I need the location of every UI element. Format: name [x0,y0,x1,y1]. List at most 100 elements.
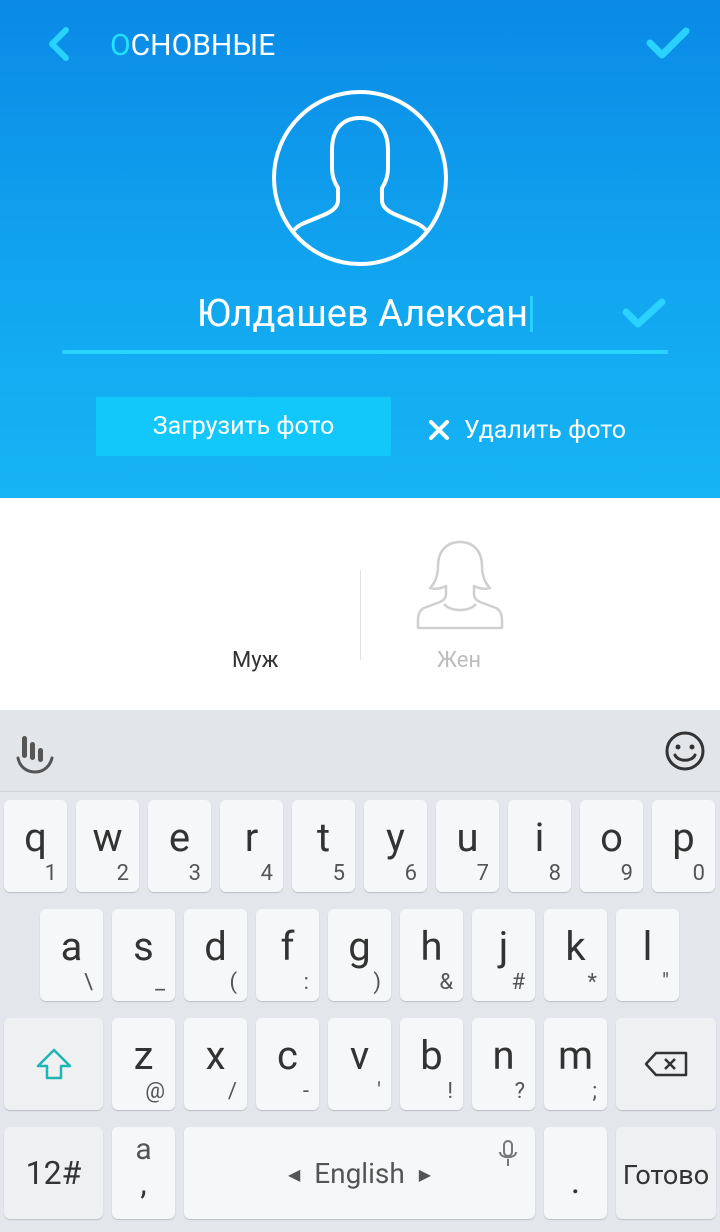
key-y[interactable]: y6 [364,800,427,892]
key-j[interactable]: j # [472,909,535,1001]
key-secondary-label: 6 [404,861,417,886]
keyboard-toolbar [0,710,720,792]
key-label: k [565,923,586,970]
check-icon [646,27,690,59]
key-c[interactable]: c- [256,1018,319,1110]
key-label: r [244,814,259,861]
comma-key[interactable]: a , [112,1127,175,1219]
key-label: z [133,1032,154,1079]
name-input[interactable]: Юлдашев Алексан [62,282,668,354]
back-button[interactable] [38,24,78,64]
key-label: v [349,1032,370,1079]
key-label: t [316,814,331,861]
backspace-key[interactable] [616,1018,716,1110]
avatar[interactable] [272,90,448,266]
comma-key-label: , [140,1164,147,1202]
key-g[interactable]: g) [328,909,391,1001]
emoji-icon[interactable] [664,730,706,772]
key-label: b [420,1032,443,1079]
key-label: f [280,923,295,970]
key-v[interactable]: v ' [328,1018,391,1110]
key-secondary-label: 7 [476,861,489,886]
key-label: m [557,1032,594,1079]
language-label: English [314,1157,405,1190]
mic-icon [499,1140,517,1166]
space-key[interactable]: ◀ English ▶ [184,1127,535,1219]
key-label: u [456,814,479,861]
key-secondary-label: 4 [260,861,273,886]
key-i[interactable]: i8 [508,800,571,892]
key-label: o [600,814,623,861]
key-secondary-label: " [661,970,669,995]
done-key-label: Готово [622,1159,710,1191]
close-icon [429,420,449,440]
key-secondary-label: / [227,1079,237,1104]
key-secondary-label: _ [155,970,165,995]
key-u[interactable]: u7 [436,800,499,892]
touchpal-logo-icon[interactable] [14,728,56,774]
key-label: c [277,1032,298,1079]
upload-photo-button[interactable]: Загрузить фото [96,397,391,456]
key-o[interactable]: o9 [580,800,643,892]
save-button[interactable] [642,22,694,66]
key-a[interactable]: a \ [40,909,103,1001]
gender-male-option[interactable]: Муж [232,648,278,673]
upload-photo-label: Загрузить фото [152,412,335,441]
key-secondary-label: 2 [116,861,129,886]
key-t[interactable]: t5 [292,800,355,892]
name-confirm-icon[interactable] [622,296,666,332]
key-n[interactable]: n? [472,1018,535,1110]
key-secondary-label: # [511,970,525,995]
user-silhouette-icon [286,116,434,262]
key-r[interactable]: r4 [220,800,283,892]
key-b[interactable]: b! [400,1018,463,1110]
key-secondary-label: ( [229,970,237,995]
key-secondary-label: ; [592,1079,597,1104]
key-w[interactable]: w2 [76,800,139,892]
name-input-value: Юлдашев Алексан [62,292,668,336]
key-q[interactable]: q1 [4,800,67,892]
key-secondary-label: 5 [332,861,345,886]
language-prev-icon: ◀ [288,1165,301,1184]
key-label: n [492,1032,515,1079]
numbers-key-label: 12# [25,1154,82,1192]
key-l[interactable]: l " [616,909,679,1001]
key-d[interactable]: d( [184,909,247,1001]
chevron-left-icon [49,27,69,61]
numbers-key[interactable]: 12# [4,1127,103,1219]
shift-key[interactable] [4,1018,103,1110]
key-label: x [205,1032,226,1079]
key-secondary-label: \ [83,970,93,995]
key-secondary-label: ? [514,1079,525,1104]
key-secondary-label: 1 [44,861,57,886]
key-h[interactable]: h & [400,909,463,1001]
key-m[interactable]: m; [544,1018,607,1110]
key-secondary-label: 8 [548,861,561,886]
key-x[interactable]: x / [184,1018,247,1110]
key-secondary-label: 0 [692,861,705,886]
key-label: h [420,923,443,970]
key-f[interactable]: f: [256,909,319,1001]
gender-female-option[interactable]: Жен [437,648,481,673]
female-avatar-icon[interactable] [414,538,506,630]
soft-keyboard: q1w2e3r4t5y6u7i8o9p0 a \ s _ d(f: g) h & j # k * l " … [0,710,720,1232]
key-label: i [534,814,545,861]
backspace-icon [644,1051,688,1077]
key-label: y [386,814,405,861]
key-k[interactable]: k * [544,909,607,1001]
key-p[interactable]: p0 [652,800,715,892]
key-secondary-label: - [302,1079,309,1104]
key-secondary-label: ! [447,1079,453,1104]
period-key[interactable]: . [544,1127,607,1219]
done-key[interactable]: Готово [616,1127,716,1219]
key-label: l [642,923,653,970]
delete-photo-button[interactable]: Удалить фото [428,412,626,448]
key-label: j [498,923,509,970]
gender-divider [360,570,361,660]
key-secondary-label: * [587,970,597,995]
key-label: e [168,814,191,861]
key-e[interactable]: e3 [148,800,211,892]
key-z[interactable]: z @ [112,1018,175,1110]
key-s[interactable]: s _ [112,909,175,1001]
key-label: q [24,814,47,861]
